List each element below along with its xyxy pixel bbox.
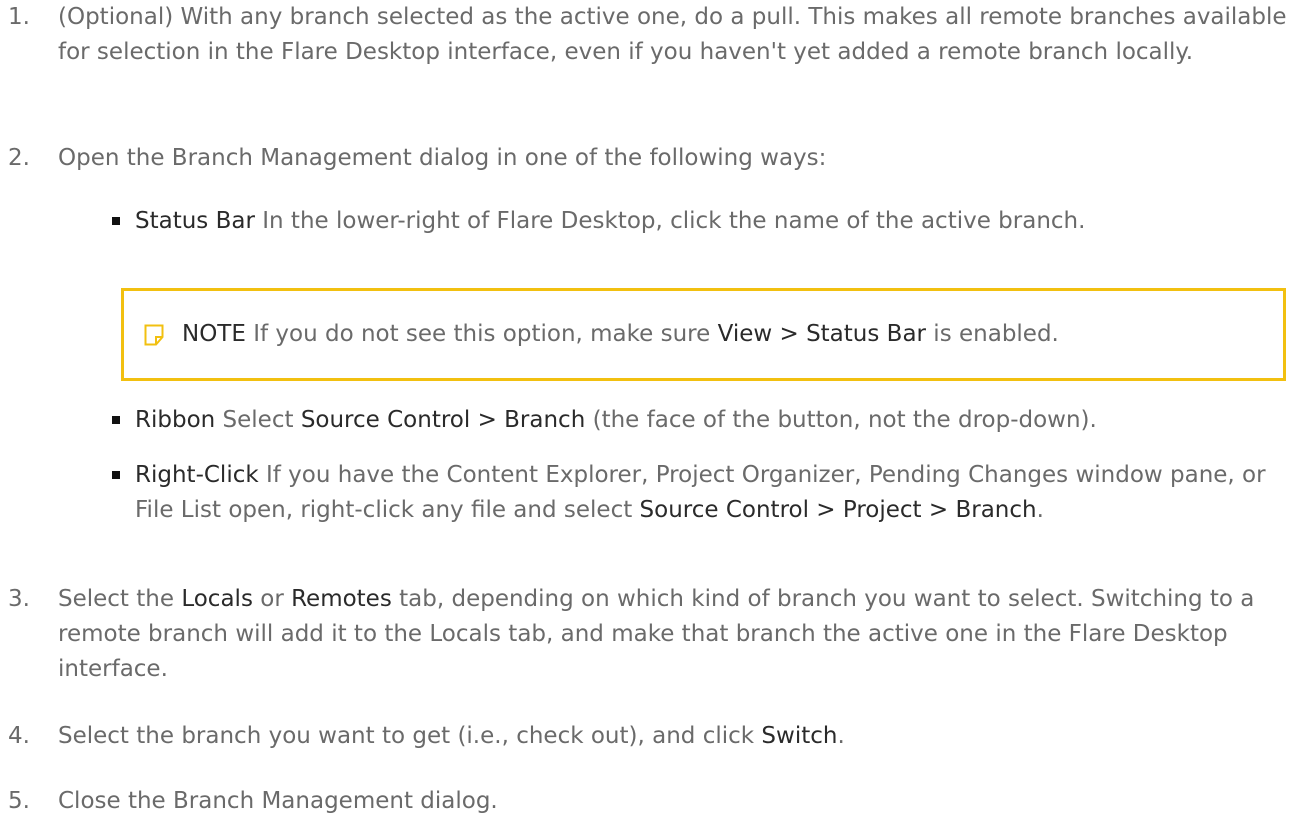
term-source-control-project-branch: Source Control > Project > Branch	[639, 497, 1037, 523]
step-text: Select the branch you want to get (i.e.,…	[58, 723, 845, 749]
term-source-control-branch: Source Control > Branch	[300, 407, 586, 433]
bullet-marker	[112, 217, 120, 225]
term-status-bar: Status Bar	[135, 208, 255, 234]
step-number: 1.	[8, 4, 30, 30]
term-switch: Switch	[761, 723, 838, 749]
term-ribbon: Ribbon	[135, 407, 216, 433]
bullet-marker	[112, 471, 120, 479]
note-text: NOTE If you do not see this option, make…	[182, 321, 1059, 347]
term-right-click: Right-Click	[135, 462, 259, 488]
step-number: 4.	[8, 723, 30, 749]
step-text: Select the Locals or Remotes tab, depend…	[58, 586, 1255, 682]
note-icon	[144, 324, 164, 346]
step-number: 2.	[8, 145, 30, 171]
term-locals: Locals	[181, 586, 253, 612]
bullet-text: Right-Click If you have the Content Expl…	[135, 462, 1266, 523]
procedure-page: 1. (Optional) With any branch selected a…	[0, 0, 1297, 829]
step-number: 3.	[8, 586, 30, 612]
bullet-text: Ribbon Select Source Control > Branch (t…	[135, 407, 1097, 433]
step-text: (Optional) With any branch selected as t…	[58, 4, 1287, 65]
step-text: Open the Branch Management dialog in one…	[58, 145, 827, 171]
note-label: NOTE	[182, 321, 246, 347]
step-number: 5.	[8, 788, 30, 814]
term-remotes: Remotes	[291, 586, 392, 612]
step-text: Close the Branch Management dialog.	[58, 788, 498, 814]
term-view-status-bar: View > Status Bar	[717, 321, 926, 347]
note-callout: NOTE If you do not see this option, make…	[121, 288, 1286, 381]
bullet-text: Status Bar In the lower-right of Flare D…	[135, 208, 1086, 234]
bullet-marker	[112, 416, 120, 424]
